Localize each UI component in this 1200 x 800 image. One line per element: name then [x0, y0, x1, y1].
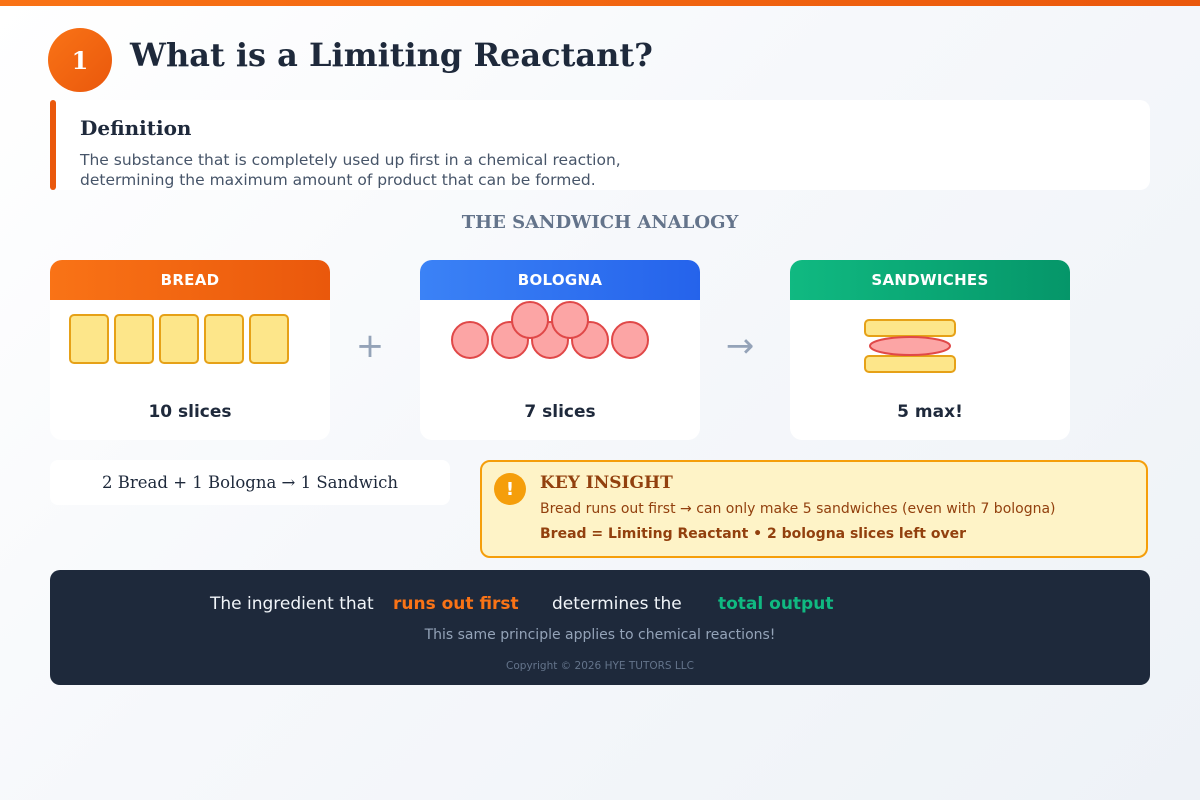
- key-insight-title: KEY INSIGHT: [540, 473, 673, 493]
- definition-text: The substance that is completely used up…: [80, 150, 700, 190]
- page-title: What is a Limiting Reactant?: [130, 36, 653, 74]
- alert-icon: !: [494, 473, 526, 505]
- sandwich-bottom-bread-icon: [864, 355, 956, 373]
- footer-highlight-runs-out-first: runs out first: [393, 594, 519, 614]
- definition-accent-bar: [50, 100, 56, 190]
- plus-sign: +: [355, 326, 385, 366]
- bologna-slice-icon: [451, 321, 489, 359]
- sandwiches-card: SANDWICHES 5 max!: [790, 260, 1070, 440]
- sandwiches-card-header: SANDWICHES: [790, 260, 1070, 300]
- key-insight-line-1: Bread runs out first → can only make 5 s…: [540, 501, 1056, 517]
- bread-slice-icon: [114, 314, 154, 364]
- sandwich-bologna-icon: [869, 336, 951, 356]
- bologna-slice-icon: [551, 301, 589, 339]
- bologna-count: 7 slices: [524, 402, 596, 422]
- bologna-slice-icon: [611, 321, 649, 359]
- key-insight-line-2: Bread = Limiting Reactant • 2 bologna sl…: [540, 526, 967, 542]
- footer-subtitle: This same principle applies to chemical …: [424, 627, 776, 643]
- bologna-slice-icon: [511, 301, 549, 339]
- footer-text-part-2: determines the: [552, 594, 682, 614]
- sandwich-top-bread-icon: [864, 319, 956, 337]
- bologna-card: BOLOGNA 7 slices: [420, 260, 700, 440]
- bologna-slices-illustration: [451, 301, 649, 359]
- footer-text-part-1: The ingredient that: [210, 594, 374, 614]
- copyright-text: Copyright © 2026 HYE TUTORS LLC: [506, 660, 694, 672]
- bread-slice-icon: [204, 314, 244, 364]
- bread-slice-icon: [159, 314, 199, 364]
- bread-count: 10 slices: [148, 402, 232, 422]
- equation-box: 2 Bread + 1 Bologna → 1 Sandwich: [50, 460, 450, 505]
- bread-slices-illustration: [69, 314, 289, 364]
- bread-slice-icon: [69, 314, 109, 364]
- bread-card-header: BREAD: [50, 260, 330, 300]
- arrow-icon: →: [725, 326, 755, 366]
- sandwich-illustration: [864, 319, 956, 373]
- definition-line-1: The substance that is completely used up…: [80, 151, 621, 169]
- top-accent-bar: [0, 0, 1200, 6]
- bread-card: BREAD 10 slices: [50, 260, 330, 440]
- sandwiches-count: 5 max!: [897, 402, 963, 422]
- analogy-title: THE SANDWICH ANALOGY: [461, 212, 739, 233]
- definition-line-2: determining the maximum amount of produc…: [80, 171, 596, 189]
- definition-title: Definition: [80, 116, 192, 140]
- step-number-badge: 1: [48, 28, 112, 92]
- footer-highlight-total-output: total output: [718, 594, 834, 614]
- bologna-card-header: BOLOGNA: [420, 260, 700, 300]
- bread-slice-icon: [249, 314, 289, 364]
